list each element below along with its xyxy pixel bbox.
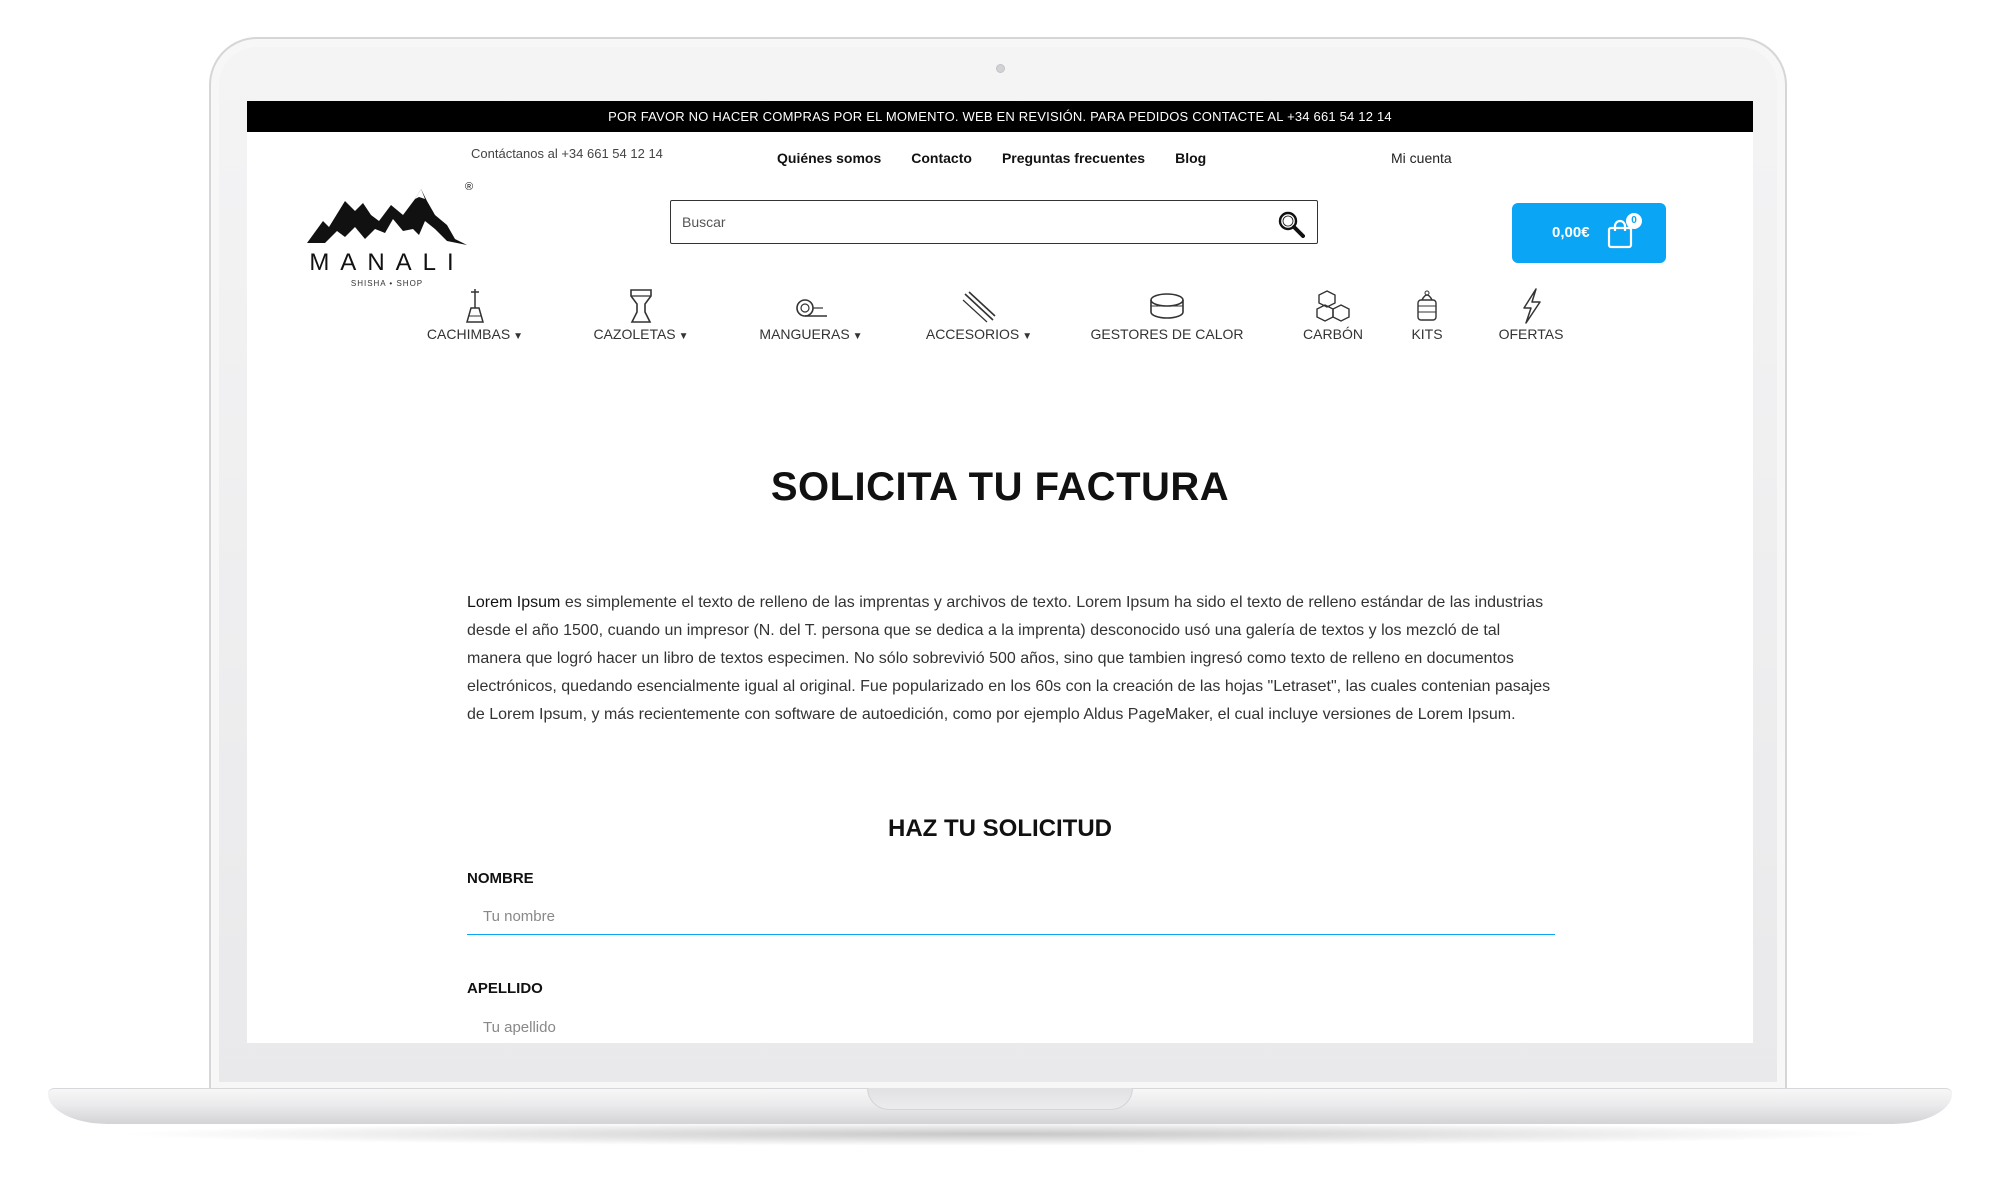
- cart-count-badge: 0: [1626, 213, 1642, 229]
- laptop-shadow: [110, 1122, 1890, 1146]
- category-label: CARBÓN: [1303, 326, 1363, 342]
- utility-bar: Contáctanos al +34 661 54 12 14 Quiénes …: [247, 146, 1753, 170]
- announcement-bar: POR FAVOR NO HACER COMPRAS POR EL MOMENT…: [247, 101, 1753, 132]
- category-label: KITS: [1411, 326, 1443, 342]
- chevron-down-icon: ▼: [1022, 331, 1033, 342]
- nombre-field[interactable]: [467, 899, 1555, 935]
- laptop-notch: [867, 1088, 1133, 1110]
- intro-body: es simplemente el texto de relleno de la…: [467, 594, 1551, 723]
- heat-manager-icon: [1150, 293, 1184, 319]
- intro-lead: Lorem Ipsum: [467, 594, 561, 611]
- category-cachimbas[interactable]: CACHIMBAS ▼: [423, 288, 527, 342]
- nav-link-preguntas-frecuentes[interactable]: Preguntas frecuentes: [1002, 150, 1145, 166]
- bowl-icon: [630, 289, 652, 323]
- site-logo[interactable]: ® MANALI SHISHA • SHOP: [307, 181, 477, 291]
- cart-button[interactable]: 0,00€ 0: [1512, 203, 1666, 263]
- lightning-icon: [1523, 288, 1541, 324]
- form-title: HAZ TU SOLICITUD: [888, 815, 1112, 842]
- category-gestores-de-calor[interactable]: GESTORES DE CALOR: [1087, 288, 1247, 342]
- my-account-link[interactable]: Mi cuenta: [1391, 150, 1452, 166]
- category-nav: CACHIMBAS ▼ CAZOLETAS ▼ MANGUERAS ▼ ACCE…: [247, 288, 1753, 348]
- category-label: ACCESORIOS: [925, 326, 1020, 342]
- category-label: MANGUERAS: [759, 326, 850, 342]
- nav-link-contacto[interactable]: Contacto: [911, 150, 972, 166]
- logo-tagline: SHISHA • SHOP: [350, 279, 424, 288]
- category-ofertas[interactable]: OFERTAS: [1491, 288, 1571, 342]
- category-mangueras[interactable]: MANGUERAS ▼: [751, 288, 871, 342]
- top-nav: Quiénes somos Contacto Preguntas frecuen…: [777, 150, 1206, 166]
- browser-viewport: POR FAVOR NO HACER COMPRAS POR EL MOMENT…: [247, 101, 1753, 1043]
- kit-icon: [1417, 290, 1437, 321]
- nav-link-quienes-somos[interactable]: Quiénes somos: [777, 150, 881, 166]
- page-title: SOLICITA TU FACTURA: [770, 465, 1230, 509]
- chevron-down-icon: ▼: [852, 331, 863, 342]
- category-label: CAZOLETAS: [593, 326, 676, 342]
- cart-total: 0,00€: [1552, 224, 1590, 241]
- category-carbon[interactable]: CARBÓN: [1293, 288, 1373, 342]
- category-accesorios[interactable]: ACCESORIOS ▼: [919, 288, 1039, 342]
- search-icon[interactable]: [1277, 210, 1305, 238]
- contact-phone: Contáctanos al +34 661 54 12 14: [471, 146, 663, 161]
- webcam: [996, 64, 1005, 73]
- registered-mark: ®: [465, 181, 474, 193]
- category-cazoletas[interactable]: CAZOLETAS ▼: [589, 288, 693, 342]
- tongs-icon: [962, 291, 996, 323]
- hose-icon: [796, 299, 827, 317]
- nombre-label: NOMBRE: [467, 870, 534, 887]
- category-label: OFERTAS: [1498, 326, 1564, 342]
- category-kits[interactable]: KITS: [1397, 288, 1457, 342]
- search-input[interactable]: [671, 201, 1251, 243]
- apellido-field[interactable]: [467, 1009, 1555, 1043]
- search-bar: [670, 200, 1318, 244]
- charcoal-cubes-icon: [1316, 290, 1350, 322]
- logo-wordmark: MANALI: [309, 249, 465, 276]
- nav-link-blog[interactable]: Blog: [1175, 150, 1206, 166]
- category-label: GESTORES DE CALOR: [1090, 326, 1244, 342]
- category-label: CACHIMBAS: [426, 326, 511, 342]
- chevron-down-icon: ▼: [678, 331, 689, 342]
- chevron-down-icon: ▼: [513, 331, 524, 342]
- hookah-icon: [466, 289, 484, 323]
- mountain-logo-icon: [307, 189, 467, 245]
- apellido-label: APELLIDO: [467, 980, 543, 997]
- intro-paragraph: Lorem Ipsum es simplemente el texto de r…: [467, 589, 1555, 729]
